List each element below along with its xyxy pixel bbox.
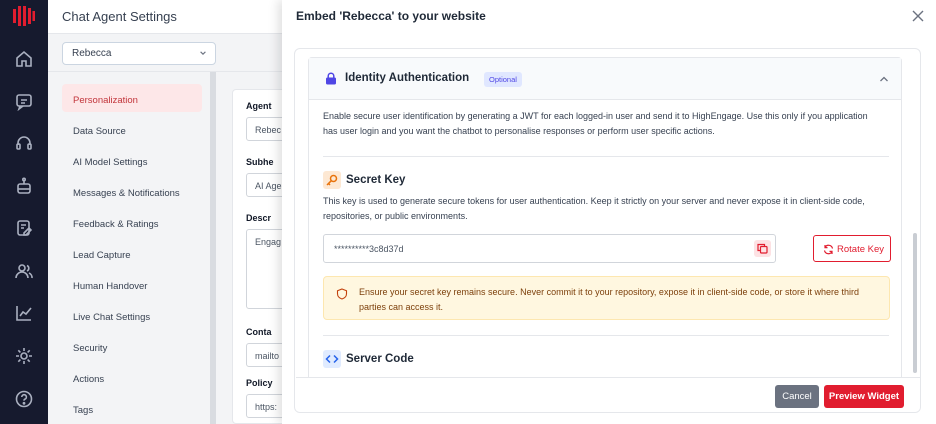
modal-footer: Cancel Preview Widget [296, 377, 920, 412]
help-icon[interactable] [14, 389, 34, 409]
field-label: Conta [246, 327, 272, 337]
field-label: Subhe [246, 157, 274, 167]
menu-item-human-handover[interactable]: Human Handover [62, 270, 202, 301]
menu-item-actions[interactable]: Actions [62, 363, 202, 394]
modal-title: Embed 'Rebecca' to your website [296, 9, 486, 23]
policy-input[interactable]: https: [246, 394, 286, 418]
shield-icon [336, 288, 348, 300]
field-label: Agent [246, 101, 272, 111]
field-label: Descr [246, 213, 272, 223]
divider [323, 156, 889, 157]
menu-item-data-source[interactable]: Data Source [62, 115, 202, 146]
refresh-icon [823, 244, 834, 255]
app-logo[interactable] [13, 6, 35, 26]
left-nav-rail [0, 0, 48, 424]
rotate-key-label: Rotate Key [837, 244, 884, 255]
copy-icon [757, 243, 768, 254]
contact-field: Conta mailto [246, 327, 286, 367]
menu-item-feedback-ratings[interactable]: Feedback & Ratings [62, 208, 202, 239]
close-icon[interactable] [912, 10, 924, 22]
menu-scrollbar[interactable] [210, 72, 216, 424]
menu-item-security[interactable]: Security [62, 332, 202, 363]
subheading-field: Subhe AI Age [246, 157, 286, 197]
headset-icon[interactable] [14, 133, 34, 153]
agent-select-value: Rebecca [72, 48, 112, 59]
secret-key-description: This key is used to generate secure toke… [323, 196, 865, 221]
chat-icon[interactable] [14, 91, 34, 111]
menu-item-lead-capture[interactable]: Lead Capture [62, 239, 202, 270]
chevron-up-icon[interactable] [879, 75, 889, 83]
modal-scrollbar[interactable] [913, 233, 917, 373]
modal-body: Identity Authentication Optional Enable … [294, 48, 921, 413]
settings-icon[interactable] [14, 346, 34, 366]
menu-item-messages-notifications[interactable]: Messages & Notifications [62, 177, 202, 208]
page-title: Chat Agent Settings [62, 9, 177, 24]
optional-badge: Optional [484, 72, 522, 87]
preview-widget-button[interactable]: Preview Widget [824, 385, 904, 408]
copy-button[interactable] [754, 240, 771, 257]
section-description: Enable secure user identification by gen… [323, 111, 868, 136]
users-icon[interactable] [14, 261, 34, 281]
rotate-key-button[interactable]: Rotate Key [813, 235, 891, 262]
field-label: Policy [246, 378, 273, 388]
security-warning: Ensure your secret key remains secure. N… [323, 276, 890, 320]
cancel-button[interactable]: Cancel [775, 385, 819, 408]
code-icon [323, 350, 341, 368]
description-input[interactable]: Engag [246, 229, 286, 309]
chevron-down-icon [200, 51, 206, 55]
divider [323, 335, 889, 336]
policy-field: Policy https: [246, 378, 286, 418]
menu-item-ai-model-settings[interactable]: AI Model Settings [62, 146, 202, 177]
agent-select[interactable]: Rebecca [62, 42, 216, 65]
analytics-icon[interactable] [14, 303, 34, 323]
section-header[interactable]: Identity Authentication Optional [309, 58, 901, 100]
menu-item-personalization[interactable]: Personalization [62, 84, 202, 112]
warning-text: Ensure your secret key remains secure. N… [359, 287, 860, 312]
server-code-title: Server Code [346, 353, 414, 365]
menu-item-live-chat-settings[interactable]: Live Chat Settings [62, 301, 202, 332]
key-icon [323, 171, 341, 189]
menu-item-tags[interactable]: Tags [62, 394, 202, 424]
secret-key-value: **********3c8d37d [334, 244, 404, 254]
home-icon[interactable] [14, 49, 34, 69]
edit-document-icon[interactable] [14, 218, 34, 238]
secret-key-title: Secret Key [346, 174, 406, 186]
agent-name-input[interactable]: Rebec [246, 117, 286, 141]
subheading-input[interactable]: AI Age [246, 173, 286, 197]
settings-menu: Personalization Data Source AI Model Set… [62, 84, 202, 424]
secret-key-field[interactable]: **********3c8d37d [323, 234, 776, 263]
modal-header: Embed 'Rebecca' to your website [282, 0, 936, 34]
embed-modal: Embed 'Rebecca' to your website Identity… [282, 0, 936, 424]
description-field: Descr Engag [246, 213, 286, 309]
lock-icon [326, 72, 336, 85]
agent-name-field: Agent Rebec [246, 101, 286, 141]
bot-icon[interactable] [14, 176, 34, 196]
identity-authentication-section: Identity Authentication Optional Enable … [308, 57, 902, 387]
contact-input[interactable]: mailto [246, 343, 286, 367]
section-title: Identity Authentication [345, 72, 470, 84]
